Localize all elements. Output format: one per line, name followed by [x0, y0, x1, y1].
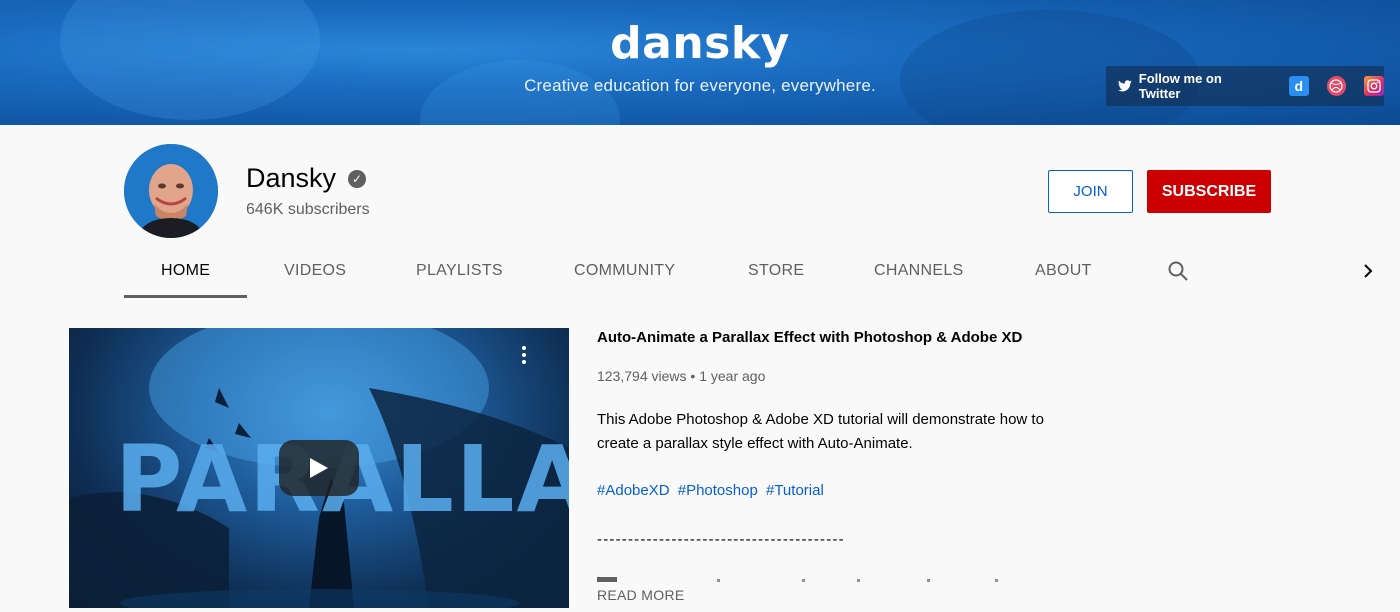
active-tab-indicator: [124, 295, 247, 298]
hashtag-link[interactable]: #Tutorial: [766, 482, 824, 499]
read-more-link[interactable]: READ MORE: [597, 587, 685, 603]
dribbble-icon[interactable]: [1326, 76, 1347, 96]
truncated-text-line: [597, 577, 998, 582]
avatar-image: [124, 144, 218, 238]
twitter-icon: [1118, 80, 1132, 92]
verified-badge-icon: ✓: [348, 169, 367, 188]
meta-separator: •: [690, 368, 696, 384]
play-button[interactable]: [279, 440, 359, 496]
video-metadata: 123,794 views • 1 year ago: [597, 368, 765, 384]
description-divider: ----------------------------------------: [597, 531, 845, 548]
upload-age: 1 year ago: [699, 368, 766, 384]
twitter-label: Follow me on Twitter: [1138, 71, 1222, 101]
twitter-link[interactable]: Follow me on Twitter: [1118, 71, 1265, 101]
tab-community[interactable]: COMMUNITY: [574, 262, 675, 280]
video-description: This Adobe Photoshop & Adobe XD tutorial…: [597, 411, 1044, 452]
instagram-icon[interactable]: [1364, 76, 1385, 96]
tab-channels[interactable]: CHANNELS: [874, 262, 964, 280]
tab-store[interactable]: STORE: [748, 262, 804, 280]
chevron-right-icon[interactable]: [1359, 260, 1377, 282]
d-letter: d: [1294, 78, 1304, 94]
tab-videos[interactable]: VIDEOS: [284, 262, 346, 280]
hashtags: #AdobeXD #Photoshop #Tutorial: [597, 482, 828, 499]
banner-brand: dansky: [610, 18, 790, 69]
tab-about[interactable]: ABOUT: [1035, 262, 1092, 280]
search-icon[interactable]: [1166, 259, 1190, 283]
hashtag-link[interactable]: #Photoshop: [678, 482, 758, 499]
dribbble-glyph: [1329, 79, 1344, 93]
subscriber-count: 646K subscribers: [246, 201, 370, 218]
view-count: 123,794 views: [597, 368, 687, 384]
hashtag-link[interactable]: #AdobeXD: [597, 482, 670, 499]
play-icon: [310, 458, 328, 478]
video-title[interactable]: Auto-Animate a Parallax Effect with Phot…: [597, 329, 1022, 346]
social-links-bar: Follow me on Twitter d: [1106, 66, 1385, 106]
tab-playlists[interactable]: PLAYLISTS: [416, 262, 503, 280]
subscribe-button[interactable]: SUBSCRIBE: [1147, 170, 1271, 213]
join-button[interactable]: JOIN: [1048, 170, 1133, 213]
instagram-glyph: [1367, 79, 1381, 93]
channel-name: Dansky ✓: [246, 163, 367, 194]
video-thumbnail[interactable]: PARALLAX: [69, 328, 569, 608]
more-options-icon[interactable]: [518, 345, 530, 365]
channel-banner: dansky Creative education for everyone, …: [0, 0, 1400, 125]
tab-home[interactable]: HOME: [161, 262, 210, 280]
dribbble-d-icon[interactable]: d: [1288, 76, 1309, 96]
channel-name-text: Dansky: [246, 163, 337, 193]
channel-avatar[interactable]: [124, 144, 218, 238]
